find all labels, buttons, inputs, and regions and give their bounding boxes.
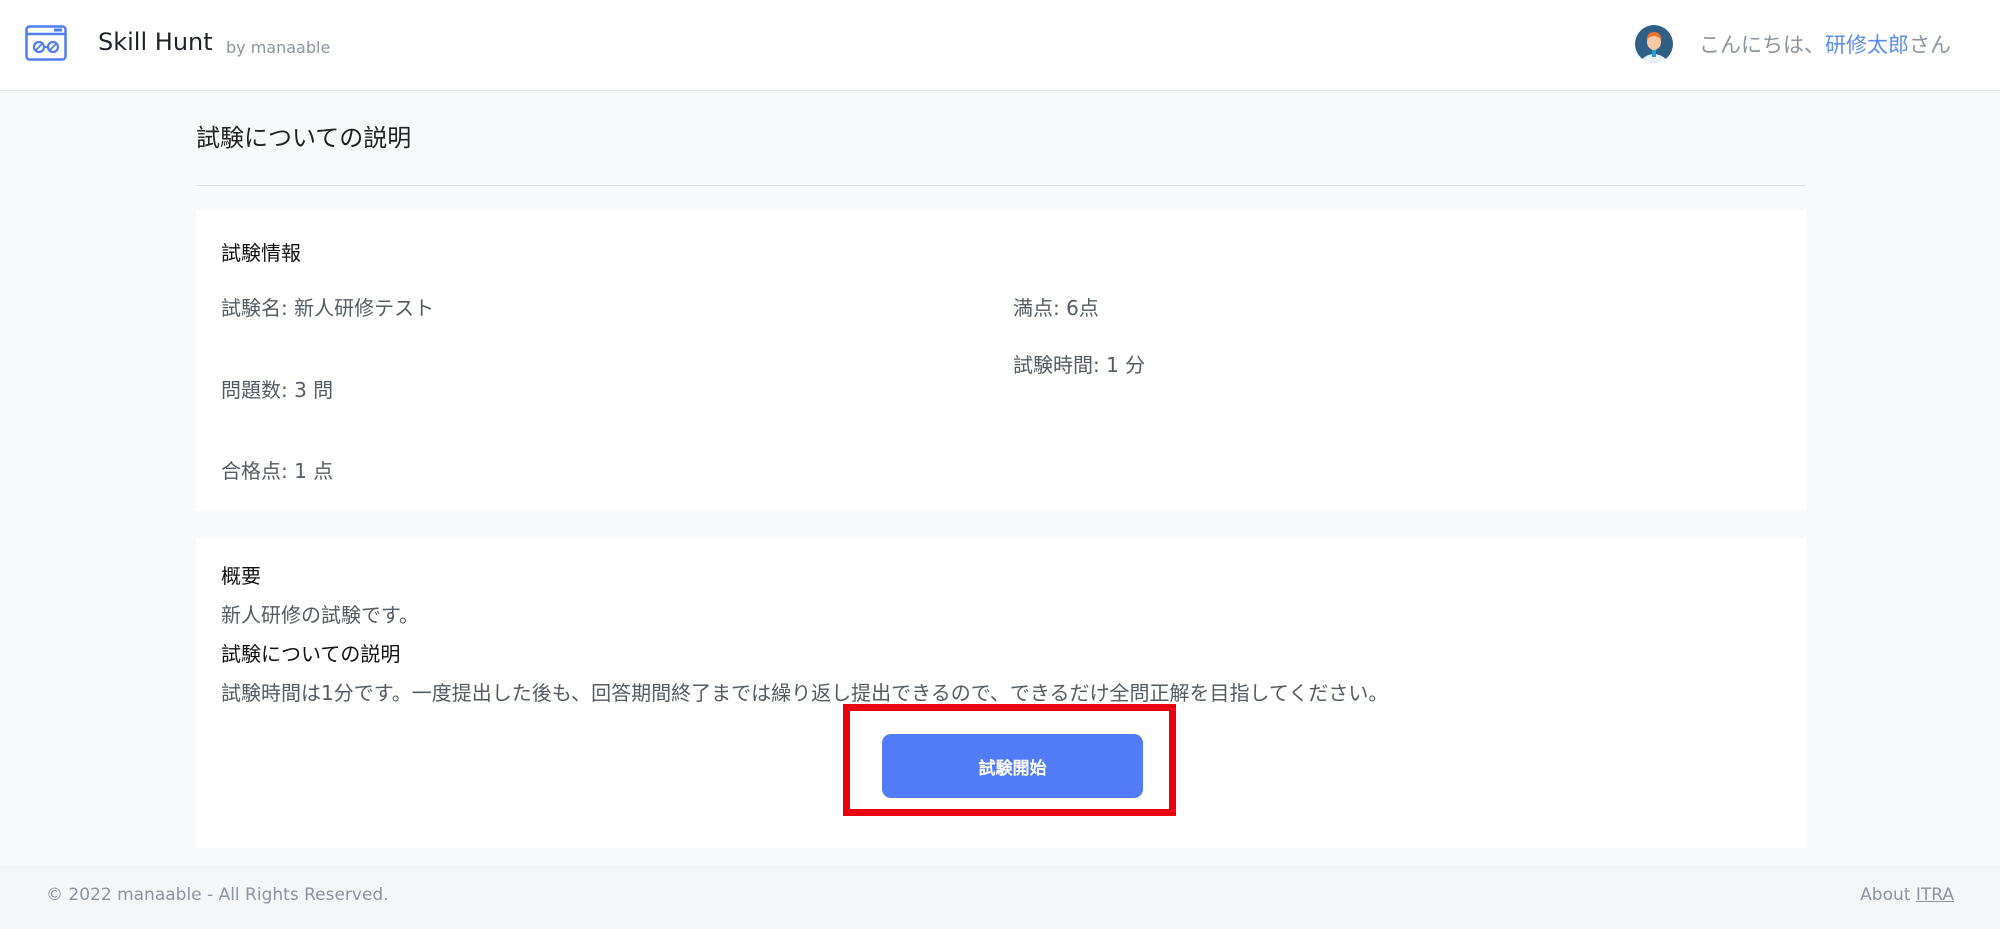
page-title: 試験についての説明	[196, 124, 412, 152]
greeting: こんにちは、研修太郎さん	[1699, 29, 1951, 59]
exam-info-heading: 試験情報	[221, 241, 301, 265]
exam-time: 試験時間: 1 分	[1013, 353, 1146, 377]
brand-subtitle: by manaable	[226, 38, 331, 57]
greeting-prefix: こんにちは、	[1699, 33, 1825, 57]
about-prefix: About	[1860, 885, 1916, 905]
passing-score: 合格点: 1 点	[221, 459, 334, 483]
about-section: About ITRA	[1860, 885, 1954, 905]
full-score: 満点: 6点	[1013, 296, 1099, 320]
explanation-text: 試験時間は1分です。一度提出した後も、回答期間終了までは繰り返し提出できるので、…	[221, 681, 1389, 705]
overview-text: 新人研修の試験です。	[221, 603, 419, 627]
overview-heading: 概要	[221, 564, 261, 588]
user-name-link[interactable]: 研修太郎	[1825, 33, 1909, 57]
overview-card: 概要 新人研修の試験です。 試験についての説明 試験時間は1分です。一度提出した…	[196, 538, 1806, 848]
title-divider	[196, 185, 1806, 186]
user-avatar-icon[interactable]	[1635, 25, 1673, 63]
exam-name: 試験名: 新人研修テスト	[221, 296, 435, 320]
footer: © 2022 manaable - All Rights Reserved. A…	[0, 865, 2000, 929]
itra-link[interactable]: ITRA	[1916, 885, 1954, 905]
start-exam-button[interactable]: 試験開始	[882, 734, 1143, 798]
exam-info-card: 試験情報 試験名: 新人研修テスト 問題数: 3 問 合格点: 1 点 満点: …	[196, 210, 1806, 511]
browser-window-icon[interactable]	[25, 25, 67, 61]
top-header: Skill Hunt by manaable こんにちは、研修太郎さん	[0, 0, 2000, 91]
copyright-text: © 2022 manaable - All Rights Reserved.	[46, 885, 389, 905]
greeting-suffix: さん	[1909, 33, 1951, 57]
explanation-heading: 試験についての説明	[221, 642, 401, 666]
question-count: 問題数: 3 問	[221, 378, 334, 402]
brand-name[interactable]: Skill Hunt	[98, 28, 213, 56]
